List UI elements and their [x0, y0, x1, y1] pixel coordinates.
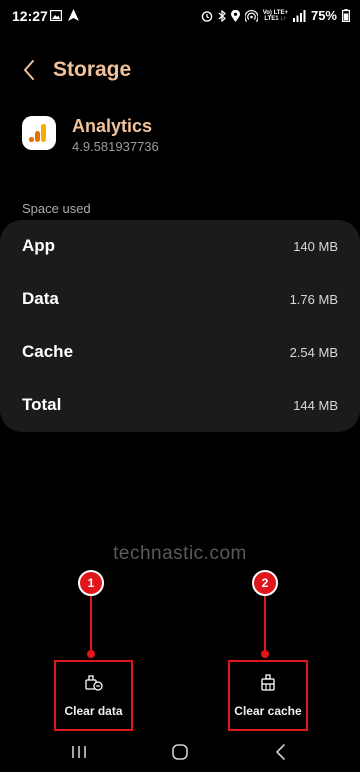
- chevron-left-icon: [24, 60, 34, 80]
- annotation-line-1: [90, 596, 92, 654]
- hotspot-icon: [244, 9, 258, 22]
- storage-row-value: 2.54 MB: [289, 345, 338, 360]
- clear-cache-label: Clear cache: [234, 704, 302, 718]
- app-icon: [22, 116, 56, 150]
- annotation-line-2: [264, 596, 266, 654]
- header: Storage: [0, 54, 360, 88]
- navigation-bar: [0, 736, 360, 772]
- bluetooth-icon: [218, 9, 226, 22]
- section-label-space-used: Space used: [22, 201, 91, 216]
- battery-icon: [342, 9, 350, 22]
- clear-data-button[interactable]: Clear data: [56, 662, 131, 730]
- back-nav-button[interactable]: [270, 742, 292, 762]
- storage-row-label: Total: [22, 395, 62, 414]
- storage-row-app: App 140 MB: [0, 220, 360, 273]
- home-button[interactable]: [169, 742, 191, 762]
- page-title: Storage: [53, 58, 132, 81]
- battery-percent: 75%: [310, 8, 337, 23]
- navigation-arrow-icon: [68, 9, 79, 21]
- app-name: Analytics: [72, 116, 153, 136]
- storage-row-value: 140 MB: [293, 239, 338, 254]
- network-type-indicator: Vo) LTE+ LTE1 ↓↑: [262, 9, 288, 22]
- location-icon: [230, 9, 240, 22]
- status-bar: 12:27 Vo) LTE+ LTE1 ↓↑ 75%: [0, 0, 360, 34]
- app-version: 4.9.581937736: [72, 139, 159, 154]
- recent-apps-icon: [72, 746, 86, 758]
- clear-data-icon: [84, 675, 103, 691]
- annotation-marker-2: 2: [252, 570, 278, 596]
- storage-row-value: 1.76 MB: [289, 292, 338, 307]
- clear-cache-icon: [261, 674, 275, 691]
- analytics-logo-icon: [28, 124, 46, 143]
- recent-apps-button[interactable]: [68, 742, 90, 762]
- storage-row-label: App: [22, 236, 56, 255]
- storage-row-cache: Cache 2.54 MB: [0, 326, 360, 379]
- annotation-marker-1: 1: [78, 570, 104, 596]
- signal-icon: [292, 9, 306, 22]
- clear-data-label: Clear data: [64, 704, 123, 718]
- storage-row-label: Data: [22, 289, 59, 308]
- alarm-icon: [201, 10, 212, 22]
- annotation-dot-2: [261, 650, 269, 658]
- storage-card: App 140 MB Data 1.76 MB Cache 2.54 MB To…: [0, 220, 360, 432]
- home-icon: [172, 744, 188, 760]
- storage-row-label: Cache: [22, 342, 74, 361]
- watermark: technastic.com: [113, 543, 247, 564]
- gallery-icon: [50, 9, 62, 21]
- storage-row-data: Data 1.76 MB: [0, 273, 360, 326]
- back-button[interactable]: [20, 58, 40, 82]
- status-time: 12:27: [12, 8, 48, 24]
- annotation-dot-1: [87, 650, 95, 658]
- clear-cache-button[interactable]: Clear cache: [230, 662, 306, 730]
- storage-row-value: 144 MB: [293, 398, 338, 413]
- storage-row-total: Total 144 MB: [0, 379, 360, 432]
- back-icon: [276, 744, 285, 760]
